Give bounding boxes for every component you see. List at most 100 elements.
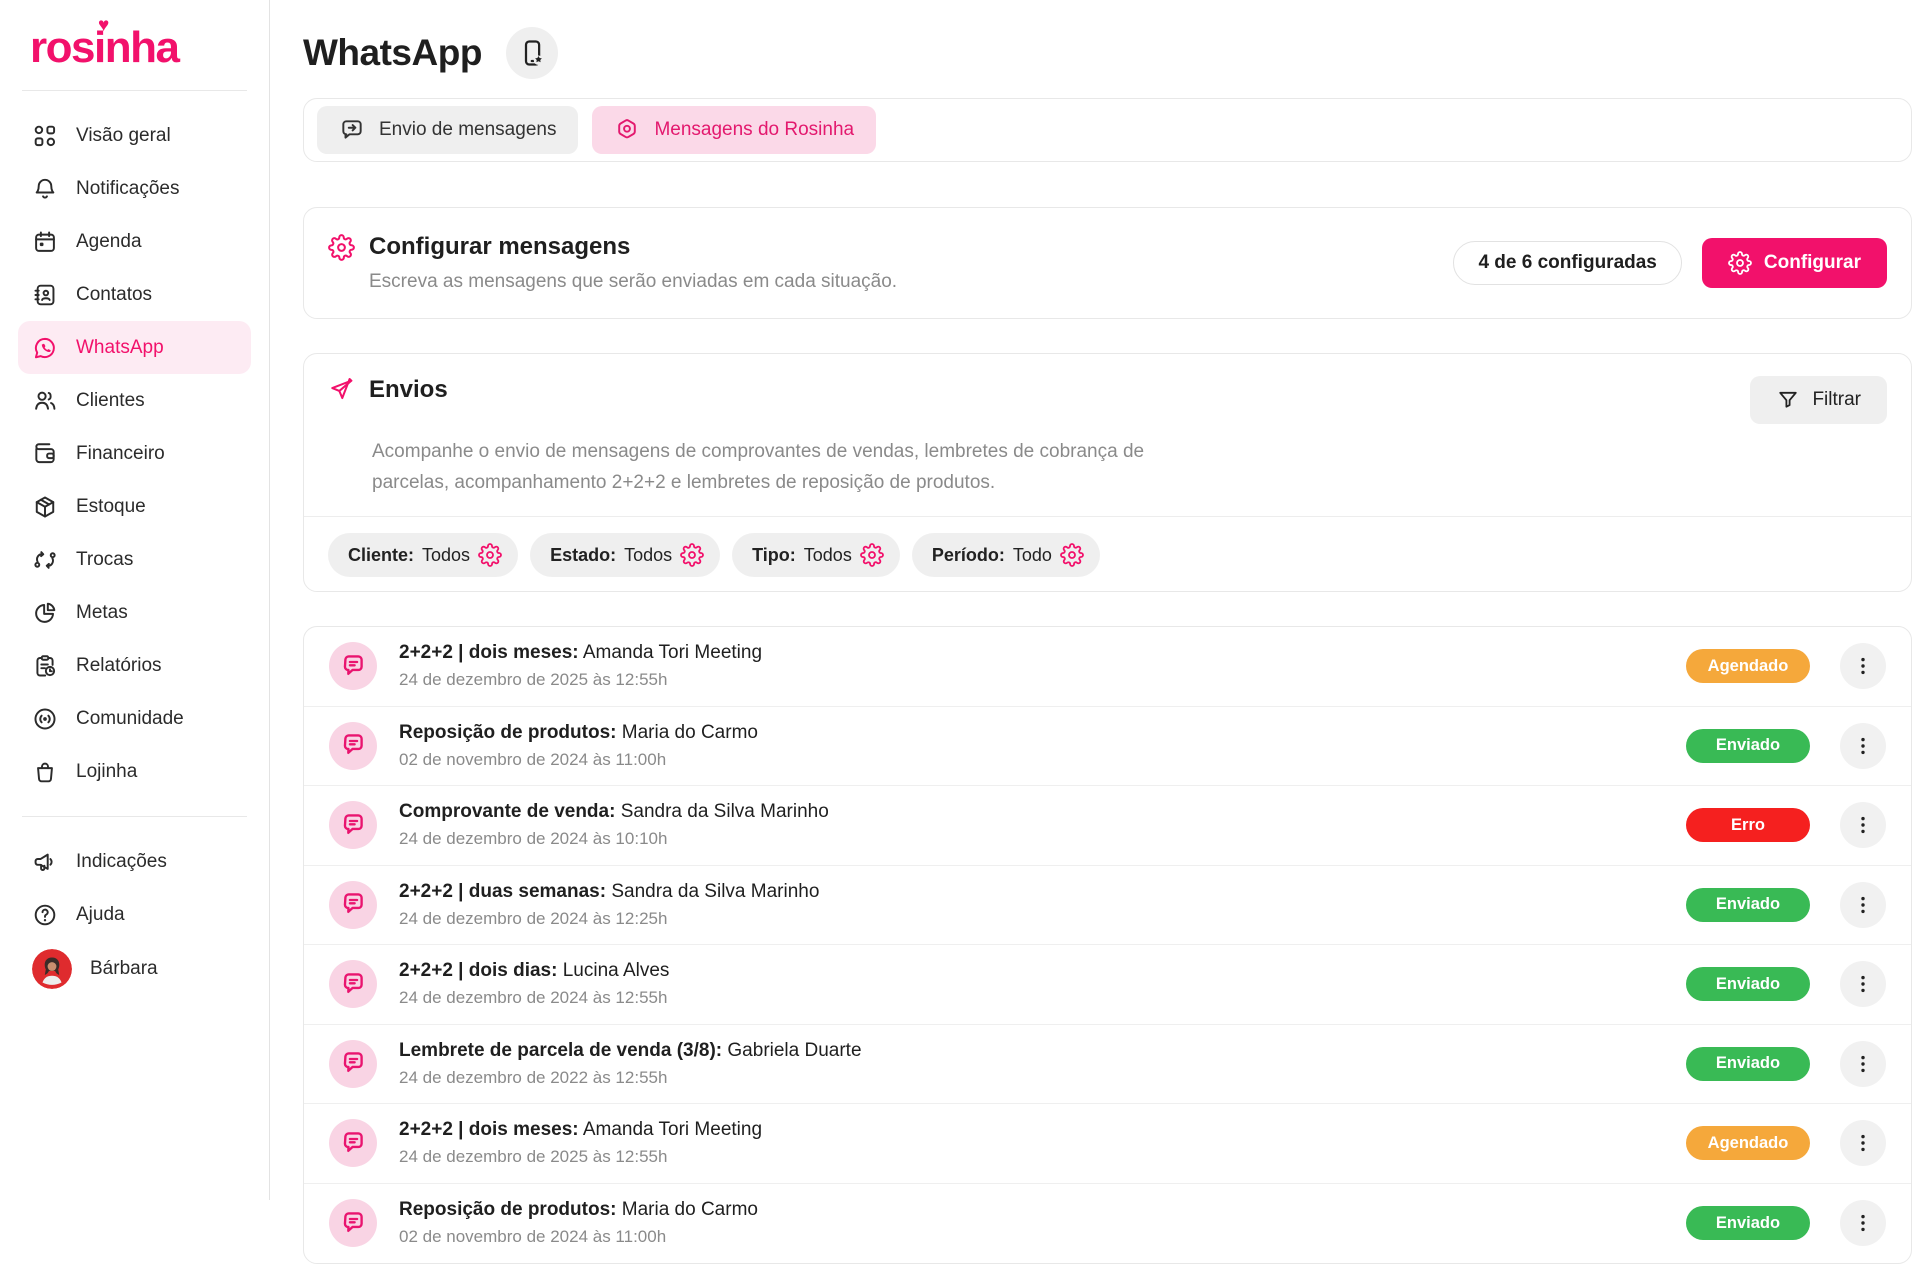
envios-description: Acompanhe o envio de mensagens de compro…: [372, 436, 1192, 498]
filter-button[interactable]: Filtrar: [1750, 376, 1887, 424]
status-badge: Agendado: [1686, 649, 1810, 683]
filter-chip[interactable]: Período: Todo: [912, 533, 1100, 577]
configure-card-title: Configurar mensagens: [369, 233, 630, 261]
sidebar-item-label: Relatórios: [76, 655, 162, 677]
kebab-menu-button[interactable]: [1840, 802, 1886, 848]
grid-icon: [32, 123, 58, 149]
sidebar-item[interactable]: Notificações: [18, 162, 251, 215]
sidebar-item[interactable]: Visão geral: [18, 109, 251, 162]
funnel-icon: [1776, 388, 1800, 412]
phone-gear-icon: [517, 38, 547, 68]
filter-label: Tipo:: [752, 545, 796, 566]
status-badge: Enviado: [1686, 1047, 1810, 1081]
tab-envio-de-mensagens[interactable]: Envio de mensagens: [317, 106, 578, 154]
configure-button[interactable]: Configurar: [1702, 238, 1887, 288]
heart-icon: [98, 16, 108, 37]
kebab-icon: [1851, 1211, 1875, 1235]
kebab-menu-button[interactable]: [1840, 1041, 1886, 1087]
kebab-icon: [1851, 813, 1875, 837]
page-title: WhatsApp: [303, 32, 482, 74]
kebab-menu-button[interactable]: [1840, 643, 1886, 689]
kebab-menu-button[interactable]: [1840, 882, 1886, 928]
message-row: 2+2+2 | dois dias: Lucina Alves 24 de de…: [304, 945, 1911, 1025]
sidebar-item-label: Financeiro: [76, 443, 165, 465]
message-date: 24 de dezembro de 2025 às 12:55h: [399, 1147, 762, 1167]
sidebar-item[interactable]: Estoque: [18, 480, 251, 533]
kebab-icon: [1851, 654, 1875, 678]
filter-value: Todos: [624, 545, 672, 566]
kebab-menu-button[interactable]: [1840, 1200, 1886, 1246]
message-date: 24 de dezembro de 2025 às 12:55h: [399, 670, 762, 690]
kebab-menu-button[interactable]: [1840, 723, 1886, 769]
sidebar-item-label: Estoque: [76, 496, 146, 518]
clipboard-clock-icon: [32, 653, 58, 679]
message-title: Reposição de produtos: Maria do Carmo: [399, 722, 758, 744]
app-root: rosinha Visão geral Notificações Agenda: [0, 0, 1920, 1200]
sidebar-item[interactable]: Clientes: [18, 374, 251, 427]
kebab-icon: [1851, 972, 1875, 996]
sidebar-item-label: Notificações: [76, 178, 180, 200]
tab-mensagens-do-rosinha[interactable]: Mensagens do Rosinha: [592, 106, 876, 154]
message-date: 02 de novembro de 2024 às 11:00h: [399, 750, 758, 770]
phone-settings-button[interactable]: [506, 27, 558, 79]
message-title: 2+2+2 | dois meses: Amanda Tori Meeting: [399, 1119, 762, 1141]
status-badge: Enviado: [1686, 729, 1810, 763]
sidebar-item-label: Ajuda: [76, 904, 125, 926]
message-row: Comprovante de venda: Sandra da Silva Ma…: [304, 786, 1911, 866]
status-badge: Enviado: [1686, 888, 1810, 922]
filter-chip[interactable]: Estado: Todos: [530, 533, 720, 577]
gear-icon: [680, 543, 704, 567]
sidebar-item[interactable]: Ajuda: [18, 888, 251, 941]
sidebar-item-label: Visão geral: [76, 125, 171, 147]
message-row: 2+2+2 | dois meses: Amanda Tori Meeting …: [304, 627, 1911, 707]
filter-value: Todo: [1013, 545, 1052, 566]
brand-logo: rosinha: [18, 24, 251, 72]
tab-label: Mensagens do Rosinha: [654, 119, 854, 141]
sidebar-item[interactable]: Relatórios: [18, 639, 251, 692]
user-name: Bárbara: [90, 958, 158, 980]
tab-label: Envio de mensagens: [379, 119, 556, 141]
status-badge: Enviado: [1686, 1206, 1810, 1240]
sidebar-item[interactable]: Financeiro: [18, 427, 251, 480]
configure-card-subtitle: Escreva as mensagens que serão enviadas …: [369, 271, 897, 293]
paper-plane-icon: [328, 377, 355, 404]
filter-label: Período:: [932, 545, 1005, 566]
user-menu[interactable]: Bárbara: [18, 941, 251, 997]
message-date: 24 de dezembro de 2024 às 12:25h: [399, 909, 819, 929]
sidebar-item-label: Trocas: [76, 549, 133, 571]
message-title: Reposição de produtos: Maria do Carmo: [399, 1199, 758, 1221]
sidebar-item-label: Clientes: [76, 390, 145, 412]
kebab-icon: [1851, 893, 1875, 917]
configure-messages-card: Configurar mensagens Escreva as mensagen…: [303, 207, 1912, 319]
sidebar-item[interactable]: Agenda: [18, 215, 251, 268]
filter-label: Estado:: [550, 545, 616, 566]
message-row: Reposição de produtos: Maria do Carmo 02…: [304, 1184, 1911, 1264]
gear-icon: [1728, 251, 1752, 275]
sidebar-item-label: Indicações: [76, 851, 167, 873]
filter-chip[interactable]: Cliente: Todos: [328, 533, 518, 577]
sidebar-item[interactable]: Trocas: [18, 533, 251, 586]
gear-icon: [1060, 543, 1084, 567]
message-title: 2+2+2 | dois dias: Lucina Alves: [399, 960, 669, 982]
envios-card: Envios Filtrar Acompanhe o envio de mens…: [303, 353, 1912, 592]
swap-icon: [32, 547, 58, 573]
sidebar-item[interactable]: Metas: [18, 586, 251, 639]
filter-chip[interactable]: Tipo: Todos: [732, 533, 900, 577]
sidebar-item[interactable]: Comunidade: [18, 692, 251, 745]
sidebar-item[interactable]: Contatos: [18, 268, 251, 321]
message-row: 2+2+2 | duas semanas: Sandra da Silva Ma…: [304, 866, 1911, 946]
sidebar-nav: Visão geral Notificações Agenda Contatos: [18, 109, 251, 798]
sidebar-item-label: WhatsApp: [76, 337, 164, 359]
sidebar-item[interactable]: Lojinha: [18, 745, 251, 798]
filter-value: Todos: [804, 545, 852, 566]
sidebar-item-label: Agenda: [76, 231, 142, 253]
sidebar-item-label: Metas: [76, 602, 128, 624]
message-row: 2+2+2 | dois meses: Amanda Tori Meeting …: [304, 1104, 1911, 1184]
sidebar-item[interactable]: WhatsApp: [18, 321, 251, 374]
sidebar-item[interactable]: Indicações: [18, 835, 251, 888]
kebab-icon: [1851, 1131, 1875, 1155]
kebab-menu-button[interactable]: [1840, 1120, 1886, 1166]
chat-bubble-icon: [340, 1050, 367, 1077]
kebab-menu-button[interactable]: [1840, 961, 1886, 1007]
contacts-icon: [32, 282, 58, 308]
